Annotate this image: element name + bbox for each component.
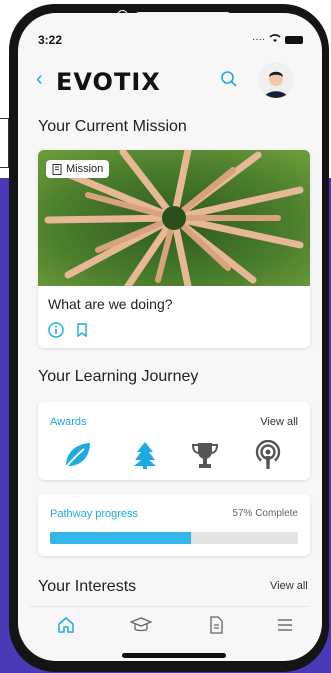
graduation-cap-icon[interactable]	[129, 615, 153, 635]
avatar[interactable]	[258, 62, 294, 98]
bookmark-icon[interactable]	[76, 323, 88, 342]
awards-card: Awards View all	[38, 402, 310, 480]
home-icon[interactable]	[56, 615, 76, 635]
mission-card[interactable]: Mission What are we doing?	[38, 150, 310, 348]
learning-section-title: Your Learning Journey	[38, 368, 199, 385]
battery-icon	[285, 35, 304, 44]
search-icon[interactable]	[220, 70, 238, 88]
mission-badge-label: Mission	[66, 163, 104, 175]
leaf-icon[interactable]	[62, 440, 92, 470]
tree-icon[interactable]	[130, 440, 160, 470]
mission-section-title: Your Current Mission	[38, 118, 187, 135]
mission-badge: Mission	[46, 160, 110, 178]
pathway-progress-text: 57% Complete	[232, 508, 298, 519]
interests-view-all-link[interactable]: View all	[270, 580, 308, 592]
menu-icon[interactable]	[276, 615, 296, 635]
back-chevron-icon[interactable]: ‹	[36, 68, 43, 91]
status-icons: ····	[252, 33, 304, 46]
mission-image: Mission	[38, 150, 310, 286]
awards-view-all-link[interactable]: View all	[260, 416, 298, 428]
awards-label: Awards	[50, 416, 87, 428]
signal-icon: ····	[252, 34, 266, 45]
mission-actions	[48, 322, 88, 343]
status-time: 3:22	[38, 33, 63, 47]
podcast-icon[interactable]	[253, 439, 283, 470]
mission-question: What are we doing?	[48, 296, 173, 312]
background-tab	[0, 118, 9, 168]
bottom-tab-bar	[30, 606, 310, 647]
info-icon[interactable]	[48, 322, 64, 343]
wifi-icon	[269, 33, 281, 46]
evotix-logo: EVOTIX	[56, 68, 161, 96]
pathway-label: Pathway progress	[50, 508, 139, 520]
app-header: ‹ EVOTIX	[30, 62, 300, 102]
page-icon	[52, 163, 62, 175]
pathway-progress-fill	[50, 532, 192, 544]
pathway-card[interactable]: Pathway progress 57% Complete	[38, 494, 310, 556]
document-icon[interactable]	[206, 615, 226, 635]
home-indicator	[122, 653, 226, 658]
pathway-progress-bar	[50, 532, 298, 544]
interests-section-title: Your Interests	[38, 578, 137, 595]
trophy-icon[interactable]	[190, 440, 220, 470]
